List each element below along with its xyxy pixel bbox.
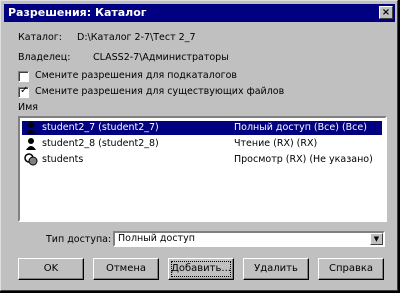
replace-subdirs-checkbox[interactable]	[18, 71, 29, 82]
replace-files-label[interactable]: Смените разрешения для существующих файл…	[35, 86, 284, 98]
list-item[interactable]: students Просмотр (RX) (Не указано)	[22, 153, 382, 167]
title-bar[interactable]: Разрешения: Каталог ×	[4, 4, 395, 22]
names-label: Имя	[18, 102, 38, 113]
catalog-label: Каталог:	[18, 32, 62, 43]
close-button[interactable]: ×	[379, 6, 393, 19]
user-permission: Просмотр (RX) (Не указано)	[234, 154, 373, 165]
user-list[interactable]: student2_7 (student2_7) Полный доступ (В…	[18, 116, 387, 222]
user-icon	[26, 122, 36, 134]
user-name: students	[42, 154, 84, 165]
access-type-select[interactable]: Полный доступ ▼	[113, 231, 385, 247]
replace-files-checkbox[interactable]	[18, 85, 29, 98]
user-permission: Чтение (RX) (RX)	[234, 138, 318, 149]
window-title: Разрешения: Каталог	[8, 6, 147, 19]
owner-label: Владелец:	[18, 52, 71, 63]
catalog-path: D:\Каталог 2-7\Тест 2_7	[77, 32, 196, 43]
user-icon	[26, 138, 36, 150]
replace-subdirs-label[interactable]: Смените разрешения для подкаталогов	[35, 70, 237, 82]
user-name: student2_7 (student2_7)	[42, 122, 159, 133]
group-icon	[24, 153, 38, 166]
ok-button[interactable]: OK	[18, 258, 84, 280]
permissions-dialog: Разрешения: Каталог × Каталог: D:\Катало…	[0, 0, 398, 291]
user-permission: Полный доступ (Все) (Все)	[234, 122, 367, 133]
list-item[interactable]: student2_8 (student2_8) Чтение (RX) (RX)	[22, 137, 382, 151]
add-button[interactable]: Добавить...	[168, 258, 234, 280]
chevron-down-icon[interactable]: ▼	[370, 233, 383, 245]
cancel-button[interactable]: Отмена	[93, 258, 159, 280]
help-button[interactable]: Справка	[318, 258, 384, 280]
remove-button[interactable]: Удалить	[243, 258, 309, 280]
list-item[interactable]: student2_7 (student2_7) Полный доступ (В…	[22, 121, 382, 135]
access-type-value: Полный доступ	[118, 233, 195, 244]
access-type-label: Тип доступа:	[46, 234, 112, 245]
owner-value: CLASS2-7\Администраторы	[93, 52, 229, 63]
user-name: student2_8 (student2_8)	[42, 138, 159, 149]
